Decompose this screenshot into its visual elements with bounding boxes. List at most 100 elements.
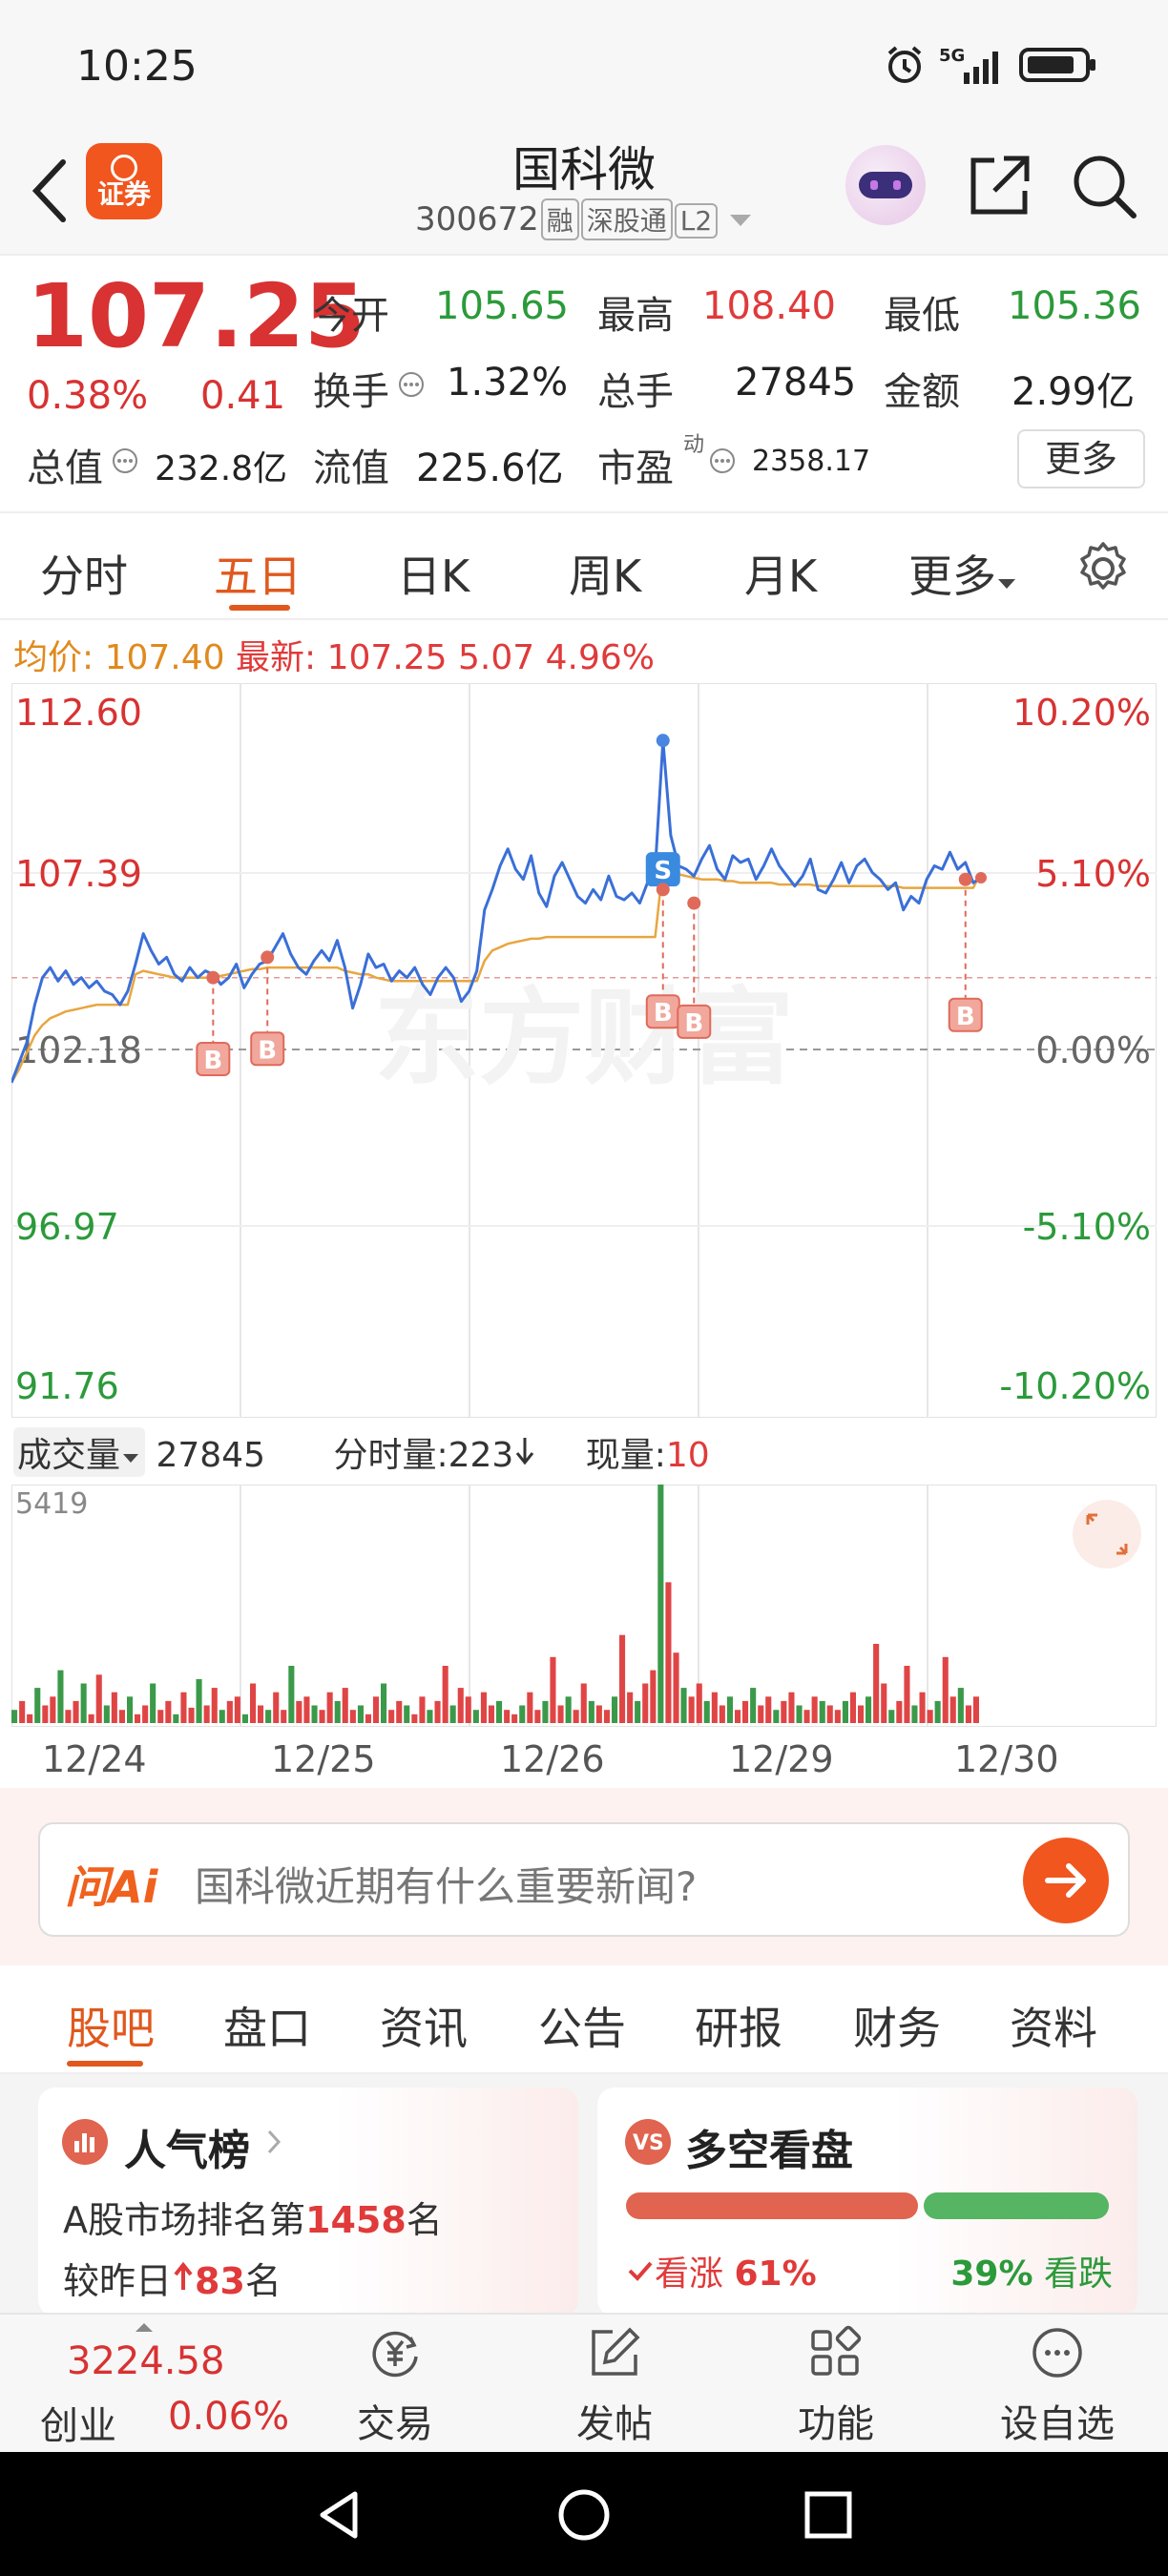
ai-submit-button[interactable]	[1023, 1838, 1109, 1923]
volume-bar	[465, 1696, 471, 1723]
volume-chart[interactable]: 5419	[11, 1485, 1157, 1727]
tab-daily-k[interactable]: 日K	[397, 542, 469, 605]
volume-bar	[711, 1692, 718, 1723]
trade-dot	[206, 970, 220, 985]
volume-bar	[888, 1710, 895, 1723]
ai-question-placeholder[interactable]: 国科微近期有什么重要新闻?	[195, 1855, 697, 1913]
system-home-icon[interactable]	[555, 2486, 613, 2544]
tab-profile[interactable]: 资料	[1010, 1994, 1097, 2057]
volume-bar	[896, 1700, 903, 1723]
info-icon[interactable]	[708, 447, 737, 475]
volume-bar	[234, 1696, 240, 1723]
nav-post[interactable]: 发帖	[538, 2315, 691, 2454]
tag-l2: L2	[674, 203, 719, 239]
ai-question-box[interactable]: 问Ai 国科微近期有什么重要新闻?	[38, 1822, 1130, 1937]
tab-handicap[interactable]: 盘口	[223, 1994, 311, 2057]
trade-dot	[958, 872, 972, 886]
system-recents-icon[interactable]	[800, 2486, 857, 2544]
volume-bar	[565, 1696, 572, 1723]
share-icon[interactable]	[966, 153, 1032, 219]
volume-bar	[173, 1714, 179, 1723]
tab-more[interactable]: 更多	[908, 542, 1017, 605]
index-value[interactable]: 3224.58	[67, 2339, 224, 2383]
volume-bar	[265, 1710, 272, 1723]
expand-button[interactable]	[1073, 1500, 1141, 1568]
y-axis-right-label: 0.00%	[1035, 1029, 1151, 1071]
bar-chart-icon	[62, 2119, 108, 2165]
volume-bar	[557, 1705, 564, 1723]
nav-trade[interactable]: 交易	[319, 2315, 471, 2454]
volume-indicator-select[interactable]: 成交量	[13, 1427, 146, 1477]
bull-line: 看涨 61%	[626, 2246, 817, 2296]
system-back-icon[interactable]	[311, 2486, 368, 2544]
date-label: 12/25	[271, 1738, 376, 1780]
system-navigation-bar	[0, 2452, 1168, 2576]
battery-icon	[1019, 48, 1095, 82]
volume-total: 27845	[156, 1436, 265, 1475]
volume-bar	[635, 1700, 641, 1723]
up-arrow-icon	[174, 2261, 193, 2290]
change-amount: 0.41	[200, 374, 286, 418]
volume-bar	[457, 1688, 464, 1723]
search-icon[interactable]	[1071, 153, 1137, 219]
volume-bar	[866, 1696, 872, 1723]
tab-monthly-k[interactable]: 月K	[744, 542, 817, 605]
volume-max-label: 5419	[15, 1487, 88, 1521]
nav-add-watchlist[interactable]: 设自选	[981, 2315, 1134, 2454]
index-percent[interactable]: 0.06%	[168, 2395, 289, 2439]
peak-marker	[656, 734, 670, 748]
volume-bar	[765, 1696, 772, 1723]
date-label: 12/30	[954, 1738, 1059, 1780]
index-name[interactable]: 创业	[40, 2395, 116, 2450]
volume-bar	[57, 1670, 64, 1723]
info-tabs: 股吧 盘口 资讯 公告 研报 财务 资料	[0, 1965, 1168, 2074]
current-volume-label: 现量:	[585, 1436, 666, 1475]
volume-indicator-label: 成交量	[17, 1436, 121, 1475]
volume-bar	[388, 1710, 395, 1723]
check-icon	[628, 2261, 653, 2281]
ai-assistant-avatar[interactable]	[845, 145, 926, 225]
total-value-label: 总值	[27, 447, 103, 490]
pe-superscript: 动	[683, 433, 705, 457]
info-icon[interactable]	[397, 370, 426, 399]
bull-bear-card[interactable]: VS 多空看盘 看涨 61% 39% 看跌	[597, 2088, 1137, 2316]
volume-bar	[326, 1692, 333, 1723]
volume-bar	[365, 1714, 371, 1723]
tab-weekly-k[interactable]: 周K	[569, 542, 641, 605]
volume-bar	[580, 1683, 587, 1723]
trade-dot	[261, 950, 275, 965]
volume-bar	[650, 1670, 657, 1723]
tab-five-day[interactable]: 五日	[214, 542, 302, 605]
open-label: 今开	[313, 294, 389, 338]
volume-bar	[826, 1705, 833, 1723]
nav-post-label: 发帖	[576, 2402, 653, 2446]
volume-bar	[211, 1688, 218, 1723]
svg-text:VS: VS	[633, 2131, 664, 2155]
volume-bar	[111, 1692, 117, 1723]
volume-bar	[157, 1710, 164, 1723]
volume-bar	[250, 1683, 257, 1723]
settings-gear-icon[interactable]	[1074, 540, 1132, 597]
tab-finance[interactable]: 财务	[853, 1994, 941, 2057]
active-tab-indicator	[229, 605, 290, 611]
popularity-card[interactable]: 人气榜 A股市场排名第1458名 较昨日 83名	[38, 2088, 578, 2316]
volume-bar	[972, 1696, 979, 1723]
bear-percent: 39%	[950, 2254, 1033, 2294]
tab-news[interactable]: 资讯	[380, 1994, 468, 2057]
dropdown-caret-icon[interactable]	[728, 211, 753, 230]
tab-forum[interactable]: 股吧	[67, 1994, 155, 2057]
nav-functions[interactable]: 功能	[760, 2315, 912, 2454]
date-axis: 12/24 12/25 12/26 12/29 12/30	[11, 1731, 1157, 1784]
tab-research[interactable]: 研报	[695, 1994, 782, 2057]
more-quote-button[interactable]: 更多	[1017, 429, 1145, 488]
expand-caret-icon[interactable]	[134, 2320, 155, 2334]
five-day-price-chart[interactable]: 东方财富112.60 10.20%107.39 5.10%102.18 0.00%96…	[11, 683, 1157, 1418]
tab-announcements[interactable]: 公告	[538, 1994, 626, 2057]
volume-bar	[273, 1692, 280, 1723]
system-icons: 5G	[884, 44, 1099, 86]
volume-bar	[396, 1700, 403, 1723]
info-icon[interactable]	[111, 447, 139, 475]
tab-intraday[interactable]: 分时	[40, 542, 128, 605]
nav-add-watchlist-label: 设自选	[1000, 2402, 1115, 2446]
volume-bar	[842, 1700, 848, 1723]
